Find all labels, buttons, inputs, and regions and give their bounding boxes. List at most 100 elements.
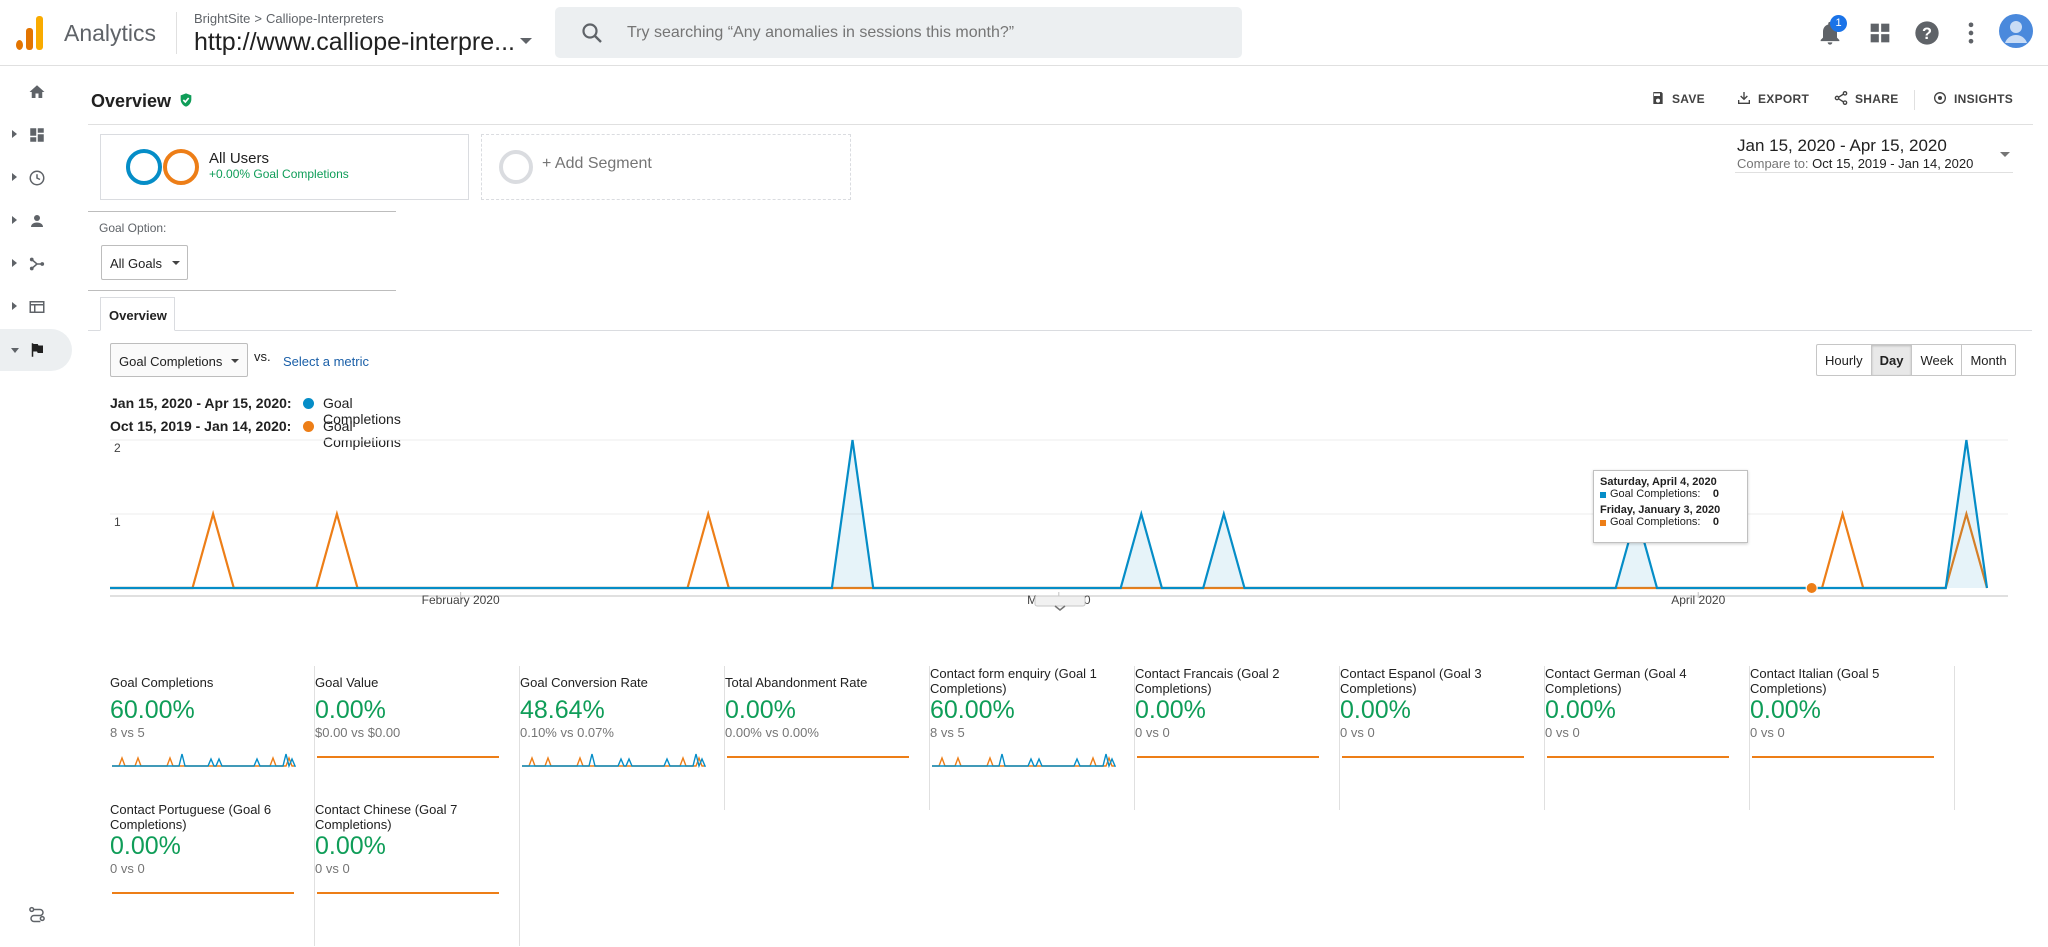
vs-label: vs. xyxy=(254,349,271,364)
insights-icon xyxy=(1934,92,1946,104)
segment-title: All Users xyxy=(209,150,270,167)
help-icon[interactable]: ? xyxy=(1913,19,1941,47)
compare-range[interactable]: Compare to: Oct 15, 2019 - Jan 14, 2020 xyxy=(1737,156,1973,171)
chevron-down-icon[interactable] xyxy=(520,38,532,44)
scorecard-percent: 0.00% xyxy=(725,696,796,724)
tooltip-row: Goal Completions: 0 xyxy=(1600,516,1741,528)
chart-x-tick-label: February 2020 xyxy=(422,593,500,607)
scorecard-compare: 8 vs 5 xyxy=(110,725,145,740)
export-label: EXPORT xyxy=(1758,92,1810,106)
apps-grid-icon[interactable] xyxy=(1866,19,1894,47)
scorecard[interactable]: Contact Espanol (Goal 3 Completions) 0.00… xyxy=(1340,666,1545,810)
scorecard[interactable]: Goal Conversion Rate 48.64% 0.10% vs 0.07% xyxy=(520,666,725,810)
nav-admin[interactable] xyxy=(0,893,72,935)
insights-button[interactable]: INSIGHTS xyxy=(1934,92,2013,106)
granularity-hourly-button[interactable]: Hourly xyxy=(1817,345,1872,375)
date-range-picker[interactable]: Jan 15, 2020 - Apr 15, 2020 xyxy=(1737,136,1947,156)
empty-segment-circle-icon xyxy=(499,150,533,184)
scorecard[interactable]: Goal Value 0.00% $0.00 vs $0.00 xyxy=(315,666,520,810)
scorecard-compare: 0 vs 0 xyxy=(1750,725,1785,740)
scorecard-compare: 0 vs 0 xyxy=(1340,725,1375,740)
scorecard[interactable]: Contact Chinese (Goal 7 Completions) 0.00… xyxy=(315,802,520,946)
breadcrumb-account[interactable]: BrightSite xyxy=(194,11,250,26)
scorecard-percent: 0.00% xyxy=(1750,696,1821,724)
nav-audience[interactable] xyxy=(0,200,72,242)
verified-shield-icon xyxy=(180,93,192,107)
nav-acquisition[interactable] xyxy=(0,243,72,285)
scorecard-percent: 0.00% xyxy=(1340,696,1411,724)
scorecard-title: Contact form enquiry (Goal 1 Completions… xyxy=(930,666,1097,696)
sparkline-series xyxy=(932,756,1114,767)
scorecard-title: Goal Conversion Rate xyxy=(520,675,648,690)
save-button[interactable]: SAVE xyxy=(1653,92,1705,106)
granularity-week-button[interactable]: Week xyxy=(1912,345,1963,375)
scorecard[interactable]: Total Abandonment Rate 0.00% 0.00% vs 0.00… xyxy=(725,666,930,810)
tab-overview[interactable]: Overview xyxy=(100,297,175,331)
chart-y-tick-label: 2 xyxy=(114,441,121,455)
divider xyxy=(1735,172,2013,173)
export-button[interactable]: EXPORT xyxy=(1738,92,1810,106)
scorecard-sparkline xyxy=(1752,756,1934,758)
goal-option-select[interactable]: All Goals xyxy=(101,245,188,280)
expand-caret-icon xyxy=(12,302,17,310)
home-icon xyxy=(29,85,45,98)
divider xyxy=(176,12,177,54)
scorecard[interactable]: Contact form enquiry (Goal 1 Completions… xyxy=(930,666,1135,810)
property-selector[interactable]: http://www.calliope-interpre... xyxy=(194,28,515,57)
expand-caret-icon xyxy=(12,259,17,267)
admin-icon xyxy=(29,906,45,923)
granularity-month-button[interactable]: Month xyxy=(1962,345,2014,375)
nav-conversions[interactable] xyxy=(0,329,72,371)
scorecard-sparkline xyxy=(317,756,499,758)
expand-caret-icon xyxy=(12,216,17,224)
breadcrumb[interactable]: BrightSite > Calliope-Interpreters xyxy=(194,11,384,26)
dashboard-icon xyxy=(30,128,44,142)
select-metric-link[interactable]: Select a metric xyxy=(283,354,369,369)
scorecard[interactable]: Contact Portuguese (Goal 6 Completions) 0… xyxy=(110,802,315,946)
metric-select[interactable]: Goal Completions xyxy=(110,343,248,377)
analytics-logo-icon[interactable] xyxy=(16,16,44,50)
scorecard[interactable]: Contact German (Goal 4 Completions) 0.00%… xyxy=(1545,666,1750,810)
breadcrumb-property[interactable]: Calliope-Interpreters xyxy=(266,11,384,26)
chart-legend-current: Jan 15, 2020 - Apr 15, 2020: Goal Comple… xyxy=(110,395,401,427)
chevron-down-icon[interactable] xyxy=(2000,152,2010,157)
dropdown-arrow-icon xyxy=(172,261,180,265)
scorecard-compare: 0 vs 0 xyxy=(1545,725,1580,740)
scorecard-title: Contact Portuguese (Goal 6 Completions) xyxy=(110,802,272,832)
scorecard-sparkline xyxy=(1547,756,1729,758)
scorecard-title: Contact Italian (Goal 5 Completions) xyxy=(1750,666,1880,696)
account-avatar-icon[interactable] xyxy=(1999,14,2033,48)
scorecard-percent: 0.00% xyxy=(110,832,181,860)
more-vert-icon[interactable] xyxy=(1957,19,1985,47)
scorecard[interactable]: Contact Italian (Goal 5 Completions) 0.00… xyxy=(1750,666,1955,810)
scorecard-title: Contact Espanol (Goal 3 Completions) xyxy=(1340,666,1482,696)
dropdown-arrow-icon xyxy=(231,359,239,363)
search-input[interactable]: Try searching “Any anomalies in sessions… xyxy=(627,24,1014,42)
share-label: SHARE xyxy=(1855,92,1899,106)
nav-customization[interactable] xyxy=(0,114,72,156)
chart-x-tick-label: April 2020 xyxy=(1671,593,1725,607)
scorecard-title: Contact Chinese (Goal 7 Completions) xyxy=(315,802,458,832)
svg-text:?: ? xyxy=(1922,25,1932,43)
share-button[interactable]: SHARE xyxy=(1834,91,1899,106)
nav-realtime[interactable] xyxy=(0,157,72,199)
scorecard-percent: 60.00% xyxy=(110,696,195,724)
legend-dates: Jan 15, 2020 - Apr 15, 2020: xyxy=(110,395,292,411)
chart-y-tick-label: 1 xyxy=(114,515,121,529)
divider xyxy=(88,330,2032,331)
scorecard-compare: $0.00 vs $0.00 xyxy=(315,725,401,740)
sparkline-series xyxy=(112,756,294,767)
scorecard[interactable]: Goal Completions 60.00% 8 vs 5 xyxy=(110,666,315,810)
chart-tooltip: Saturday, April 4, 2020 Goal Completions… xyxy=(1593,470,1748,543)
scorecard-percent: 60.00% xyxy=(930,696,1015,724)
breadcrumb-separator: > xyxy=(254,11,262,26)
segment-subtitle: +0.00% Goal Completions xyxy=(209,167,349,181)
granularity-day-button[interactable]: Day xyxy=(1871,345,1913,375)
nav-home[interactable] xyxy=(0,71,72,113)
compare-dates: Oct 15, 2019 - Jan 14, 2020 xyxy=(1812,156,1974,171)
nav-behavior[interactable] xyxy=(0,286,72,328)
add-segment-button[interactable] xyxy=(481,134,851,200)
save-label: SAVE xyxy=(1672,92,1705,106)
scorecard[interactable]: Contact Francais (Goal 2 Completions) 0.0… xyxy=(1135,666,1340,810)
scorecard-compare: 0 vs 0 xyxy=(110,861,145,876)
